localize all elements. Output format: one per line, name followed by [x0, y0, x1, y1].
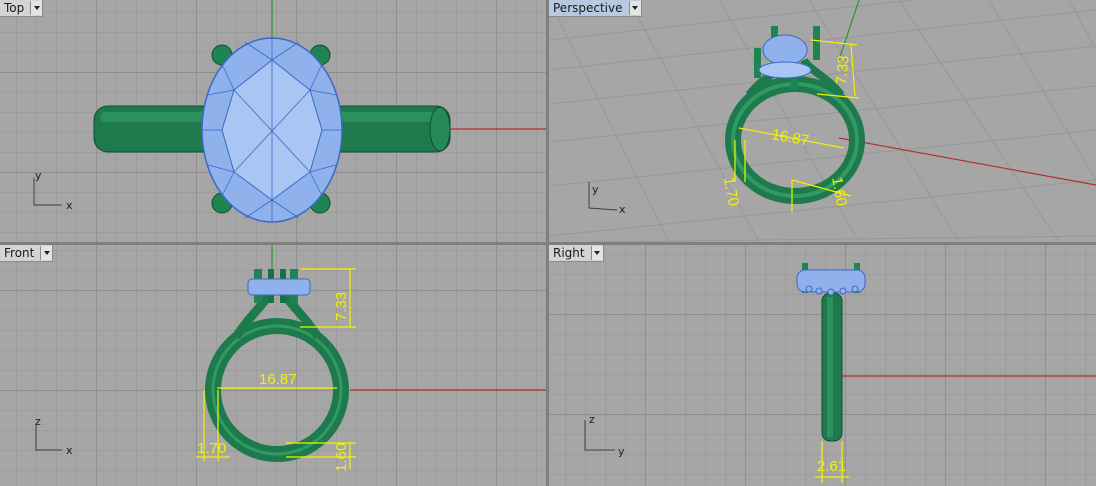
viewport-title: Right	[553, 246, 585, 260]
ring-3d	[725, 26, 865, 204]
axis-label-y: y	[618, 445, 625, 458]
viewport-right[interactable]: 2.61 y z Right	[549, 245, 1096, 486]
viewport-top[interactable]: x y Top	[0, 0, 546, 242]
viewport-front[interactable]: 7.33 16.87 1.70 1.60 x z Front	[0, 245, 546, 486]
viewport-perspective[interactable]: 7.33 16.87 1.70 1.60 x y Perspective	[549, 0, 1096, 242]
axis-label-z: z	[35, 415, 41, 428]
viewport-title: Perspective	[553, 1, 623, 15]
perspective-view-canvas: 7.33 16.87 1.70 1.60 x y	[549, 0, 1096, 242]
dimension-setting-height: 7.33	[333, 292, 350, 321]
axis-widget: x z	[35, 415, 73, 457]
right-view-canvas: 2.61 y z	[584, 263, 1096, 483]
axis-label-x: x	[66, 444, 73, 457]
axis-widget: x y	[588, 182, 626, 216]
dimension-band-height: 1.60	[828, 176, 850, 208]
axis-widget: y z	[584, 413, 625, 458]
axis-label-y: y	[592, 183, 599, 196]
dropdown-arrow-icon[interactable]	[628, 1, 641, 15]
dimension-setting-height: 7.33	[833, 55, 852, 86]
axis-label-x: x	[66, 199, 73, 212]
oval-gemstone	[201, 37, 343, 223]
viewport-tab-top[interactable]: Top	[0, 0, 44, 17]
axis-widget: x y	[33, 169, 73, 212]
axis-label-x: x	[619, 203, 626, 216]
perspective-grid	[549, 0, 1096, 242]
top-view-canvas: x y	[33, 0, 546, 223]
dropdown-arrow-icon[interactable]	[590, 246, 603, 260]
viewport-tab-front[interactable]: Front	[0, 245, 54, 262]
axis-label-y: y	[35, 169, 42, 182]
dimension-band-height: 1.60	[333, 443, 350, 472]
viewport-layout: x y Top 7.33 16.87 1.70 1.60 x y Perspec…	[0, 0, 1096, 486]
y-axis-line	[838, 0, 860, 61]
viewport-title: Front	[4, 246, 35, 260]
dimension-inner-diameter: 16.87	[259, 371, 297, 388]
dropdown-arrow-icon[interactable]	[40, 246, 53, 260]
viewport-tab-perspective[interactable]: Perspective	[549, 0, 642, 17]
viewport-title: Top	[4, 1, 25, 15]
viewport-tab-right[interactable]: Right	[549, 245, 604, 262]
x-axis-line	[838, 137, 1096, 186]
front-view-canvas: 7.33 16.87 1.70 1.60 x z	[35, 245, 546, 472]
dimension-band-thickness: 1.70	[720, 176, 742, 208]
ring-side	[796, 263, 866, 442]
ring-front	[205, 269, 349, 462]
axis-label-z: z	[589, 413, 595, 426]
dimension-inner-diameter: 16.87	[770, 126, 810, 149]
dimension-band-thickness: 1.70	[197, 440, 226, 457]
dropdown-arrow-icon[interactable]	[30, 1, 43, 15]
dimension-band-width: 2.61	[817, 458, 846, 475]
